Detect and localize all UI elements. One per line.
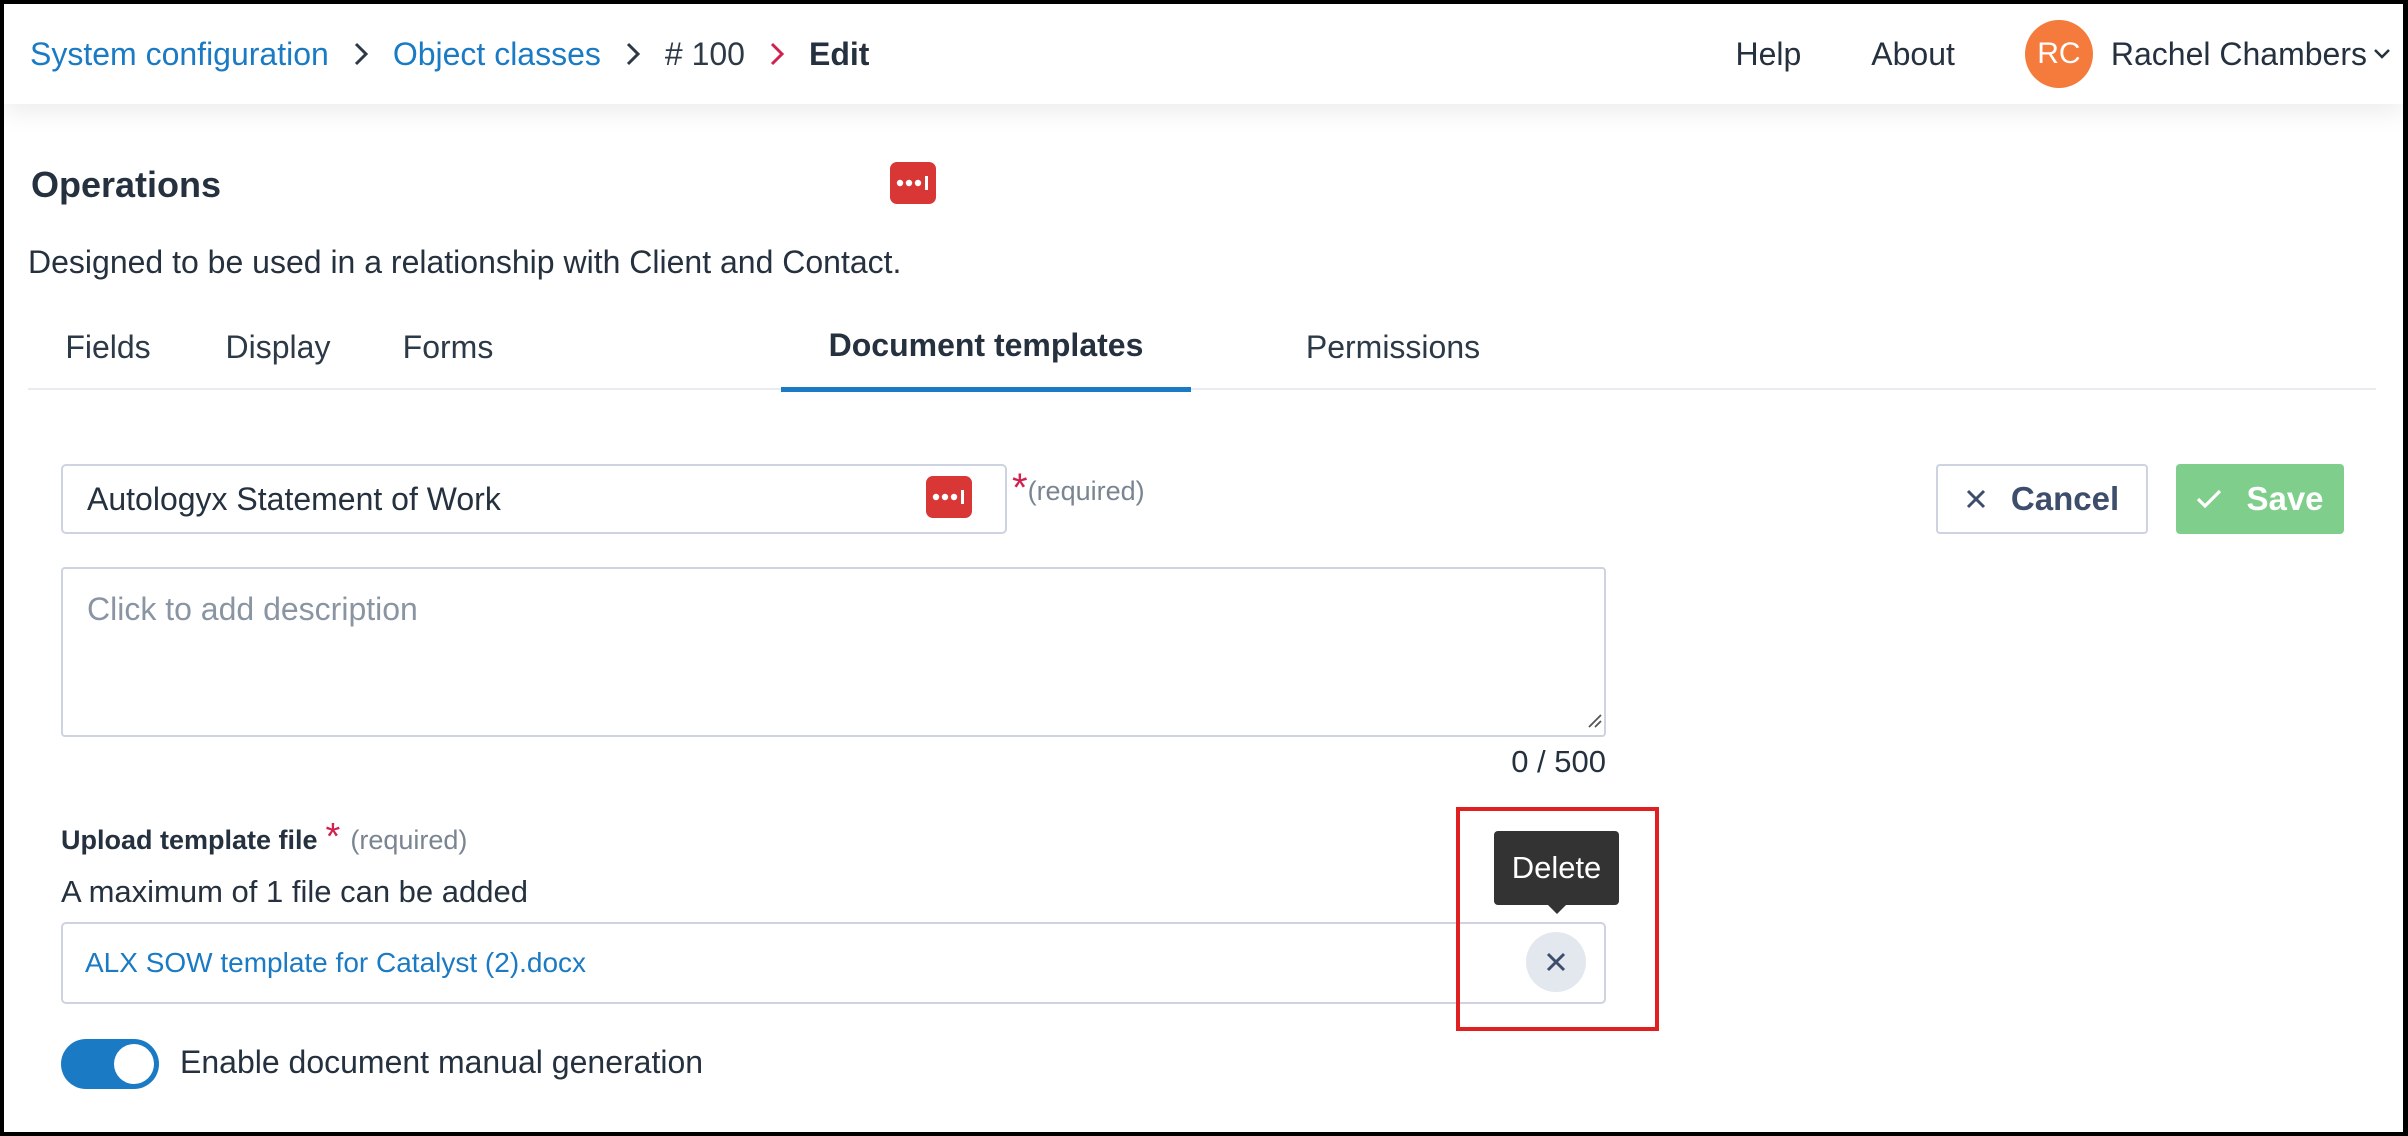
tab-forms[interactable]: Forms [368, 304, 528, 390]
upload-label-text: Upload template file [61, 825, 318, 855]
breadcrumb-current: Edit [808, 35, 870, 72]
uploaded-file-item: ALX SOW template for Catalyst (2).docx [61, 922, 1606, 1004]
highlight-box [1456, 807, 1659, 1031]
manual-generation-toggle[interactable] [61, 1039, 159, 1089]
breadcrumb: System configuration Object classes # 10… [30, 4, 869, 104]
description-textarea[interactable]: Click to add description [61, 567, 1606, 737]
upload-required-text: (required) [350, 825, 468, 855]
name-required-indicator: * (required) [1012, 466, 1145, 511]
breadcrumb-record-id[interactable]: # 100 [665, 36, 745, 73]
template-name-value: Autology­x Statement of Work [87, 480, 501, 517]
manual-generation-label: Enable document manual generation [180, 1044, 704, 1080]
save-label: Save [2246, 480, 2324, 517]
template-name-input[interactable]: Autology­x Statement of Work [61, 464, 1007, 534]
page-title: Operations [31, 164, 222, 205]
chevron-right-icon [757, 41, 797, 67]
top-header: System configuration Object classes # 10… [4, 4, 2403, 104]
upload-label: Upload template file * (required) [61, 816, 467, 859]
top-nav: Help About RC Rachel Chambers [1735, 4, 2403, 104]
description-placeholder: Click to add description [87, 591, 418, 627]
character-counter: 0 / 500 [1511, 744, 1606, 779]
max-files-note: A maximum of 1 file can be added [61, 874, 528, 909]
toggle-knob [114, 1044, 154, 1084]
tab-fields[interactable]: Fields [48, 304, 168, 390]
chevron-right-icon [341, 41, 381, 67]
required-star: * [325, 816, 341, 858]
app-window: System configuration Object classes # 10… [4, 4, 2403, 1132]
chevron-down-icon[interactable] [2373, 48, 2397, 60]
cancel-label: Cancel [2010, 480, 2120, 517]
avatar[interactable]: RC [2024, 20, 2093, 88]
user-name[interactable]: Rachel Chambers [2111, 36, 2367, 73]
breadcrumb-system-configuration[interactable]: System configuration [30, 36, 329, 73]
page-description: Designed to be used in a relationship wi… [28, 244, 902, 280]
save-button[interactable]: Save [2176, 464, 2344, 534]
file-link[interactable]: ALX SOW template for Catalyst (2).docx [85, 924, 586, 1002]
tab-document-templates[interactable]: Document templates [781, 304, 1191, 392]
password-manager-icon[interactable] [926, 476, 972, 518]
chevron-right-icon [613, 41, 653, 67]
breadcrumb-object-classes[interactable]: Object classes [393, 36, 601, 73]
tab-bar: Fields Display Forms Document templates … [28, 304, 2376, 392]
required-star: * [1012, 466, 1028, 510]
password-manager-icon[interactable] [890, 162, 936, 204]
cancel-button[interactable]: Cancel [1936, 464, 2148, 534]
tab-permissions[interactable]: Permissions [1273, 304, 1513, 390]
tab-display[interactable]: Display [203, 304, 353, 390]
required-text: (required) [1027, 476, 1145, 506]
close-icon [1965, 488, 1987, 510]
check-icon [2196, 489, 2222, 509]
about-link[interactable]: About [1871, 36, 1955, 73]
resize-handle-icon[interactable] [1584, 710, 1602, 733]
help-link[interactable]: Help [1735, 36, 1801, 73]
